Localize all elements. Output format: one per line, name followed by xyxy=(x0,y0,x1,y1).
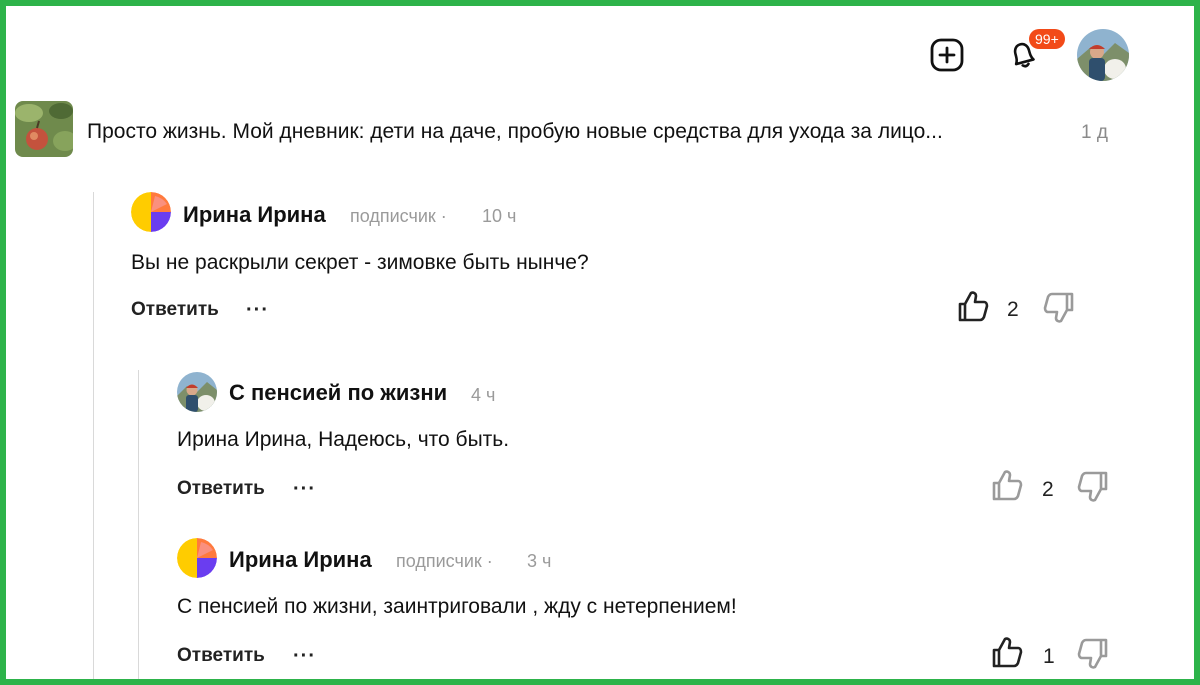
dislike-icon[interactable] xyxy=(1076,636,1110,670)
comment-text: Вы не раскрыли секрет - зимовке быть нын… xyxy=(131,251,589,274)
green-frame xyxy=(0,0,1200,685)
avatar-photo xyxy=(1077,29,1129,81)
comment-text: Ирина Ирина, Надеюсь, что быть. xyxy=(177,428,510,451)
post-time: 1 д xyxy=(1081,122,1108,143)
like-icon[interactable] xyxy=(990,636,1024,670)
comment-time: 4 ч xyxy=(471,385,496,405)
thread-line xyxy=(93,192,94,685)
comment-time: 10 ч xyxy=(482,206,517,226)
more-button[interactable]: ··· xyxy=(293,479,316,499)
colorful-avatar-icon xyxy=(177,538,217,578)
reply-button[interactable]: Ответить xyxy=(177,643,265,669)
comment-avatar[interactable] xyxy=(177,372,217,412)
like-count: 1 xyxy=(1043,645,1055,668)
colorful-avatar-icon xyxy=(131,192,171,232)
reply-button[interactable]: Ответить xyxy=(131,297,219,323)
create-post-button[interactable] xyxy=(926,34,968,76)
comment-author[interactable]: Ирина Ирина xyxy=(229,545,372,575)
comment-time: 3 ч xyxy=(527,551,552,571)
comment-text: С пенсией по жизни, заинтриговали , жду … xyxy=(177,595,737,618)
like-count: 2 xyxy=(1007,298,1019,321)
more-button[interactable]: ··· xyxy=(246,300,269,320)
comment-avatar[interactable] xyxy=(177,538,217,578)
more-button[interactable]: ··· xyxy=(293,646,316,666)
post-thumbnail[interactable] xyxy=(15,101,73,157)
dislike-icon[interactable] xyxy=(1042,290,1076,324)
like-icon[interactable] xyxy=(956,290,990,324)
comment-avatar[interactable] xyxy=(131,192,171,232)
thread-line-nested xyxy=(138,370,139,685)
user-avatar[interactable] xyxy=(1077,29,1129,81)
dislike-icon[interactable] xyxy=(1076,469,1110,503)
comment-author[interactable]: Ирина Ирина xyxy=(183,200,326,230)
like-icon[interactable] xyxy=(990,469,1024,503)
apple-photo xyxy=(15,101,73,157)
like-count: 2 xyxy=(1042,478,1054,501)
notification-badge: 99+ xyxy=(1029,29,1065,49)
avatar-photo xyxy=(177,372,217,412)
comment-role: подписчик · xyxy=(396,551,493,571)
plus-square-icon xyxy=(930,38,964,72)
post-title[interactable]: Просто жизнь. Мой дневник: дети на даче,… xyxy=(87,118,1062,146)
comment-role: подписчик · xyxy=(350,206,447,226)
comment-author[interactable]: С пенсией по жизни xyxy=(229,378,447,408)
reply-button[interactable]: Ответить xyxy=(177,476,265,502)
